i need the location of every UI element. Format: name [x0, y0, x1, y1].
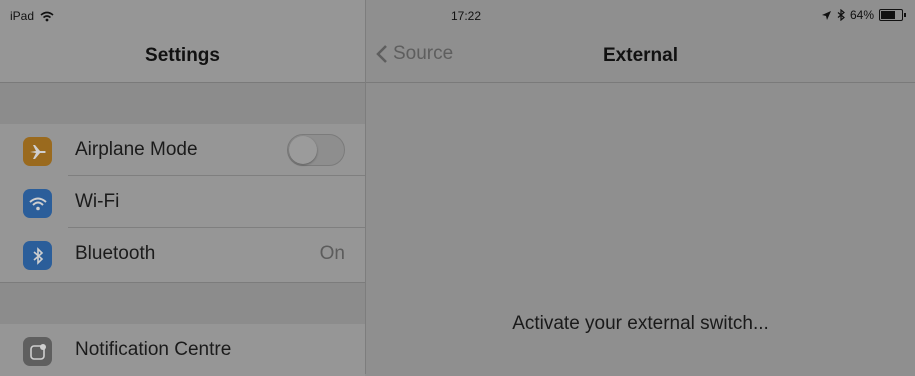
status-bar-left: iPad	[10, 9, 54, 23]
bluetooth-status-value: On	[319, 243, 345, 264]
airplane-mode-label: Airplane Mode	[75, 139, 198, 160]
group-spacer	[0, 282, 365, 325]
instruction-message: Activate your external switch...	[512, 313, 769, 334]
wifi-label: Wi-Fi	[75, 191, 120, 212]
detail-nav-bar: Source External	[366, 32, 915, 83]
settings-row-bluetooth[interactable]: Bluetooth On	[0, 228, 365, 280]
page-title: External	[603, 45, 678, 66]
settings-nav-bar: Settings	[0, 32, 365, 83]
bluetooth-icon	[23, 241, 52, 270]
wifi-icon	[23, 189, 52, 218]
group-spacer	[0, 83, 365, 125]
location-arrow-icon	[821, 10, 831, 20]
settings-title: Settings	[145, 45, 220, 66]
toggle-knob	[289, 136, 317, 164]
wifi-signal-icon	[40, 11, 54, 21]
battery-icon	[879, 9, 906, 21]
settings-row-wifi[interactable]: Wi-Fi	[0, 176, 365, 228]
status-bar-right: 64%	[821, 8, 906, 22]
airplane-mode-toggle[interactable]	[287, 134, 345, 166]
device-name: iPad	[10, 9, 35, 23]
notification-centre-label: Notification Centre	[75, 339, 232, 360]
status-bar: iPad 17:22 64%	[0, 0, 915, 32]
notification-centre-icon	[23, 337, 52, 366]
airplane-icon	[23, 137, 52, 166]
settings-row-airplane-mode[interactable]: Airplane Mode	[0, 124, 365, 176]
detail-pane: Source External Activate your external s…	[366, 0, 915, 374]
battery-percentage: 64%	[849, 8, 874, 22]
settings-pane: Settings Airplane Mode Wi-Fi Bluetooth O…	[0, 0, 366, 376]
settings-row-notification-centre[interactable]: Notification Centre	[0, 324, 365, 376]
bluetooth-label: Bluetooth	[75, 243, 156, 264]
bluetooth-status-icon	[837, 9, 845, 21]
status-time: 17:22	[451, 9, 482, 23]
